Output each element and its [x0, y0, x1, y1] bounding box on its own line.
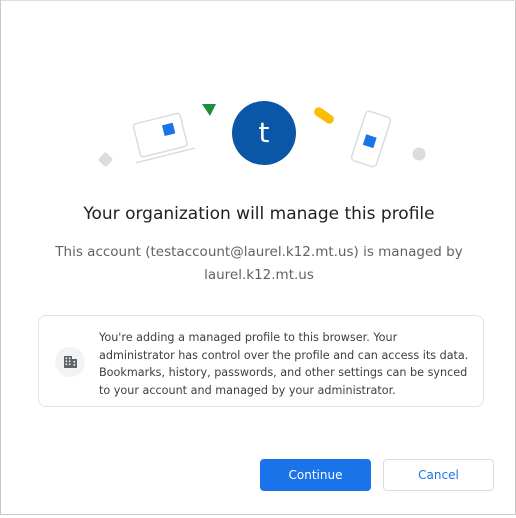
managed-by-text: This account (testaccount@laurel.k12.mt.… [55, 244, 463, 283]
dialog-title: Your organization will manage this profi… [83, 204, 435, 224]
yellow-pill-shape [314, 107, 334, 124]
grey-dot-shape [412, 147, 426, 161]
info-description: You're adding a managed profile to this … [99, 331, 469, 397]
phone-icon [350, 110, 392, 168]
account-avatar: t [232, 101, 296, 165]
managed-profile-info-box: You're adding a managed profile to this … [38, 315, 484, 407]
laptop-icon [132, 112, 196, 164]
building-icon [55, 347, 85, 377]
profile-dialog: t Your organization will manage this pro… [0, 0, 516, 515]
continue-button[interactable]: Continue [260, 459, 371, 491]
green-triangle-shape [202, 104, 216, 116]
grey-diamond-shape [98, 152, 113, 167]
cancel-button[interactable]: Cancel [383, 459, 494, 491]
